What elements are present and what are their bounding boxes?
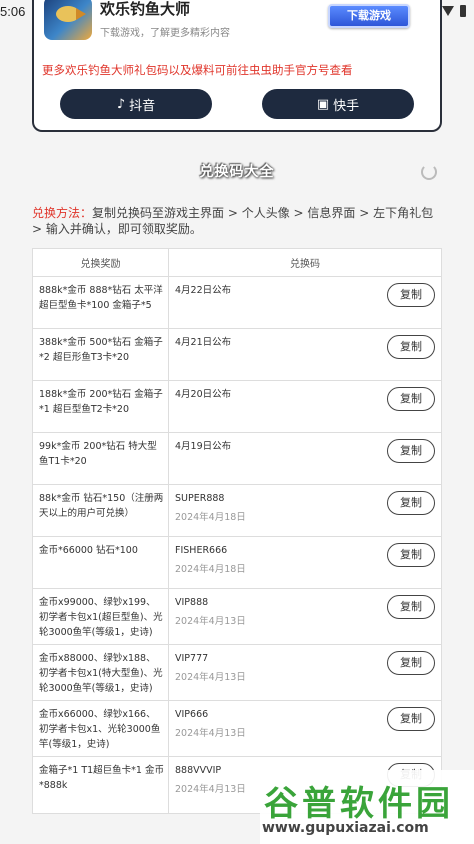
code-cell: VIP777 2024年4月13日 复制 bbox=[169, 645, 441, 700]
table-row: 188k*金币 200*钻石 金箱子*1 超巨型鱼T2卡*20 4月20日公布 … bbox=[33, 381, 441, 433]
table-row: 88k*金币 钻石*150（注册两天以上的用户可兑换） SUPER888 202… bbox=[33, 485, 441, 537]
copy-button[interactable]: 复制 bbox=[387, 335, 435, 359]
promo-link[interactable]: 更多欢乐钓鱼大师礼包码以及爆料可前往虫虫助手官方号查看 bbox=[42, 62, 353, 78]
reward-cell: 金币*66000 钻石*100 bbox=[33, 537, 169, 588]
status-time: 5:06 bbox=[0, 4, 26, 19]
refresh-icon[interactable] bbox=[421, 164, 437, 180]
copy-button[interactable]: 复制 bbox=[387, 595, 435, 619]
instructions-text: 复制兑换码至游戏主界面 > 个人头像 > 信息界面 > 左下角礼包 > 输入并确… bbox=[32, 206, 434, 236]
copy-button[interactable]: 复制 bbox=[387, 439, 435, 463]
copy-button[interactable]: 复制 bbox=[387, 283, 435, 307]
download-game-button[interactable]: 下载游戏 bbox=[328, 4, 410, 28]
reward-cell: 金币x99000、绿钞x199、初学者卡包x1(超巨型鱼)、光轮3000鱼竿(等… bbox=[33, 589, 169, 644]
code-cell: 4月21日公布 复制 bbox=[169, 329, 441, 380]
fish-fin-icon bbox=[76, 8, 86, 20]
instructions-label: 兑换方法： bbox=[32, 206, 93, 220]
reward-cell: 388k*金币 500*钻石 金箱子*2 超巨形鱼T3卡*20 bbox=[33, 329, 169, 380]
copy-button[interactable]: 复制 bbox=[387, 651, 435, 675]
table-row: 金币x99000、绿钞x199、初学者卡包x1(超巨型鱼)、光轮3000鱼竿(等… bbox=[33, 589, 441, 645]
copy-button[interactable]: 复制 bbox=[387, 543, 435, 567]
copy-button[interactable]: 复制 bbox=[387, 707, 435, 731]
redeem-code-table: 兑换奖励 兑换码 888k*金币 888*钻石 太平洋超巨型鱼卡*100 金箱子… bbox=[32, 248, 442, 814]
kuaishou-icon: ▣ bbox=[316, 96, 330, 112]
reward-cell: 金箱子*1 T1超巨鱼卡*1 金币*888k bbox=[33, 757, 169, 813]
code-cell: 4月22日公布 复制 bbox=[169, 277, 441, 328]
table-row: 金币x88000、绿钞x188、初学者卡包x1(特大型鱼)、光轮3000鱼竿(等… bbox=[33, 645, 441, 701]
battery-icon bbox=[460, 5, 466, 17]
table-header: 兑换奖励 兑换码 bbox=[33, 249, 441, 277]
header-reward: 兑换奖励 bbox=[33, 249, 169, 276]
app-icon[interactable] bbox=[44, 0, 92, 40]
table-row: 888k*金币 888*钻石 太平洋超巨型鱼卡*100 金箱子*5 4月22日公… bbox=[33, 277, 441, 329]
table-row: 金币x66000、绿钞x166、初学者卡包x1、光轮3000鱼竿(等级1，史诗)… bbox=[33, 701, 441, 757]
copy-button[interactable]: 复制 bbox=[387, 491, 435, 515]
douyin-button[interactable]: ♪ 抖音 bbox=[60, 89, 212, 119]
app-promo-card: 欢乐钓鱼大师 下载游戏，了解更多精彩内容 下载游戏 更多欢乐钓鱼大师礼包码以及爆… bbox=[32, 0, 442, 132]
code-cell: 4月20日公布 复制 bbox=[169, 381, 441, 432]
table-row: 99k*金币 200*钻石 特大型鱼T1卡*20 4月19日公布 复制 bbox=[33, 433, 441, 485]
code-cell: VIP888 2024年4月13日 复制 bbox=[169, 589, 441, 644]
header-code: 兑换码 bbox=[290, 259, 320, 270]
app-subtitle: 下载游戏，了解更多精彩内容 bbox=[100, 28, 230, 39]
section-title: 兑换码大全 bbox=[199, 164, 275, 180]
reward-cell: 金币x66000、绿钞x166、初学者卡包x1、光轮3000鱼竿(等级1，史诗) bbox=[33, 701, 169, 756]
reward-cell: 99k*金币 200*钻石 特大型鱼T1卡*20 bbox=[33, 433, 169, 484]
kuaishou-button[interactable]: ▣ 快手 bbox=[262, 89, 414, 119]
wifi-icon bbox=[442, 6, 454, 16]
douyin-label: 抖音 bbox=[129, 98, 156, 114]
site-watermark: 谷普软件园 www.gupuxiazai.com bbox=[260, 770, 474, 844]
douyin-icon: ♪ bbox=[116, 96, 126, 112]
redeem-instructions: 兑换方法：复制兑换码至游戏主界面 > 个人头像 > 信息界面 > 左下角礼包 >… bbox=[32, 205, 442, 237]
code-cell: 4月19日公布 复制 bbox=[169, 433, 441, 484]
watermark-url: www.gupuxiazai.com bbox=[262, 820, 429, 836]
table-row: 金币*66000 钻石*100 FISHER666 2024年4月18日 复制 bbox=[33, 537, 441, 589]
watermark-brand: 谷普软件园 bbox=[264, 784, 454, 824]
app-name: 欢乐钓鱼大师 bbox=[100, 1, 191, 18]
table-row: 388k*金币 500*钻石 金箱子*2 超巨形鱼T3卡*20 4月21日公布 … bbox=[33, 329, 441, 381]
code-cell: SUPER888 2024年4月18日 复制 bbox=[169, 485, 441, 536]
kuaishou-label: 快手 bbox=[333, 98, 360, 114]
copy-button[interactable]: 复制 bbox=[387, 387, 435, 411]
status-icons bbox=[442, 5, 466, 17]
code-cell: FISHER666 2024年4月18日 复制 bbox=[169, 537, 441, 588]
reward-cell: 188k*金币 200*钻石 金箱子*1 超巨型鱼T2卡*20 bbox=[33, 381, 169, 432]
code-cell: VIP666 2024年4月13日 复制 bbox=[169, 701, 441, 756]
reward-cell: 金币x88000、绿钞x188、初学者卡包x1(特大型鱼)、光轮3000鱼竿(等… bbox=[33, 645, 169, 700]
reward-cell: 888k*金币 888*钻石 太平洋超巨型鱼卡*100 金箱子*5 bbox=[33, 277, 169, 328]
reward-cell: 88k*金币 钻石*150（注册两天以上的用户可兑换） bbox=[33, 485, 169, 536]
